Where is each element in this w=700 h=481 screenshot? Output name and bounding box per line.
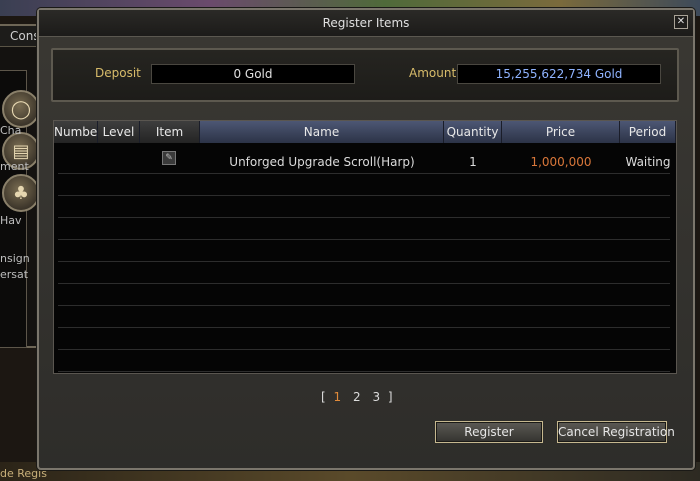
empty-table-row [58, 239, 670, 262]
amount-label: Amount [409, 66, 457, 80]
pagination: [ 1 2 3 ] [321, 390, 393, 404]
row-period: Waiting [625, 155, 671, 169]
row-price: 1,000,000 [530, 155, 592, 169]
ring-icon[interactable]: ◯ [2, 90, 40, 128]
empty-table-row [58, 283, 670, 306]
background-window-title: Cons [10, 29, 40, 43]
close-icon[interactable]: ✕ [674, 15, 688, 29]
deposit-value: 0 Gold [151, 64, 355, 84]
empty-table-row [58, 195, 670, 218]
header-level[interactable]: Level [98, 121, 140, 143]
dialog-title: Register Items [322, 16, 410, 30]
header-quantity[interactable]: Quantity [444, 121, 502, 143]
empty-table-row [58, 327, 670, 350]
empty-table-row [58, 173, 670, 196]
cancel-registration-button[interactable]: Cancel Registration [557, 421, 675, 443]
row-quantity: 1 [469, 155, 477, 169]
deposit-panel: Deposit 0 Gold Amount 15,255,622,734 Gol… [51, 48, 679, 102]
background-text-3: nsign [0, 252, 30, 265]
pagination-close: ] [387, 390, 393, 404]
header-number[interactable]: Number [54, 121, 102, 143]
pouch-icon[interactable]: ♣ [2, 174, 40, 212]
row-level [98, 151, 140, 173]
amount-value: 15,255,622,734 Gold [457, 64, 661, 84]
empty-table-row [58, 217, 670, 240]
background-text-2: Hav [0, 214, 22, 227]
empty-table-row [58, 305, 670, 328]
empty-table-row [58, 261, 670, 284]
row-name: Unforged Upgrade Scroll(Harp) [229, 155, 415, 169]
header-name[interactable]: Name [200, 121, 444, 143]
dialog-titlebar[interactable]: Register Items ✕ [39, 10, 693, 37]
header-price[interactable]: Price [502, 121, 620, 143]
background-text-0: Cha [0, 124, 22, 137]
empty-table-row [58, 349, 670, 372]
row-number [54, 151, 98, 173]
page-link-3[interactable]: 3 [372, 390, 380, 404]
table-row[interactable]: ✎ Unforged Upgrade Scroll(Harp) 1 1,000,… [58, 151, 671, 174]
background-text-4: ersat [0, 268, 29, 281]
table-header: Number Level Item Name Quantity Price Pe… [54, 121, 676, 143]
background-text-1: ment [0, 160, 29, 173]
deposit-label: Deposit [95, 66, 141, 80]
pagination-open: [ [321, 390, 326, 404]
page-link-1[interactable]: 1 [334, 390, 342, 404]
items-table: Number Level Item Name Quantity Price Pe… [53, 120, 677, 374]
header-period[interactable]: Period [620, 121, 676, 143]
scroll-icon[interactable]: ✎ [162, 151, 176, 165]
header-item[interactable]: Item [140, 121, 200, 143]
page-link-2[interactable]: 2 [353, 390, 361, 404]
register-button[interactable]: Register [435, 421, 543, 443]
register-items-dialog: Register Items ✕ Deposit 0 Gold Amount 1… [37, 8, 695, 470]
